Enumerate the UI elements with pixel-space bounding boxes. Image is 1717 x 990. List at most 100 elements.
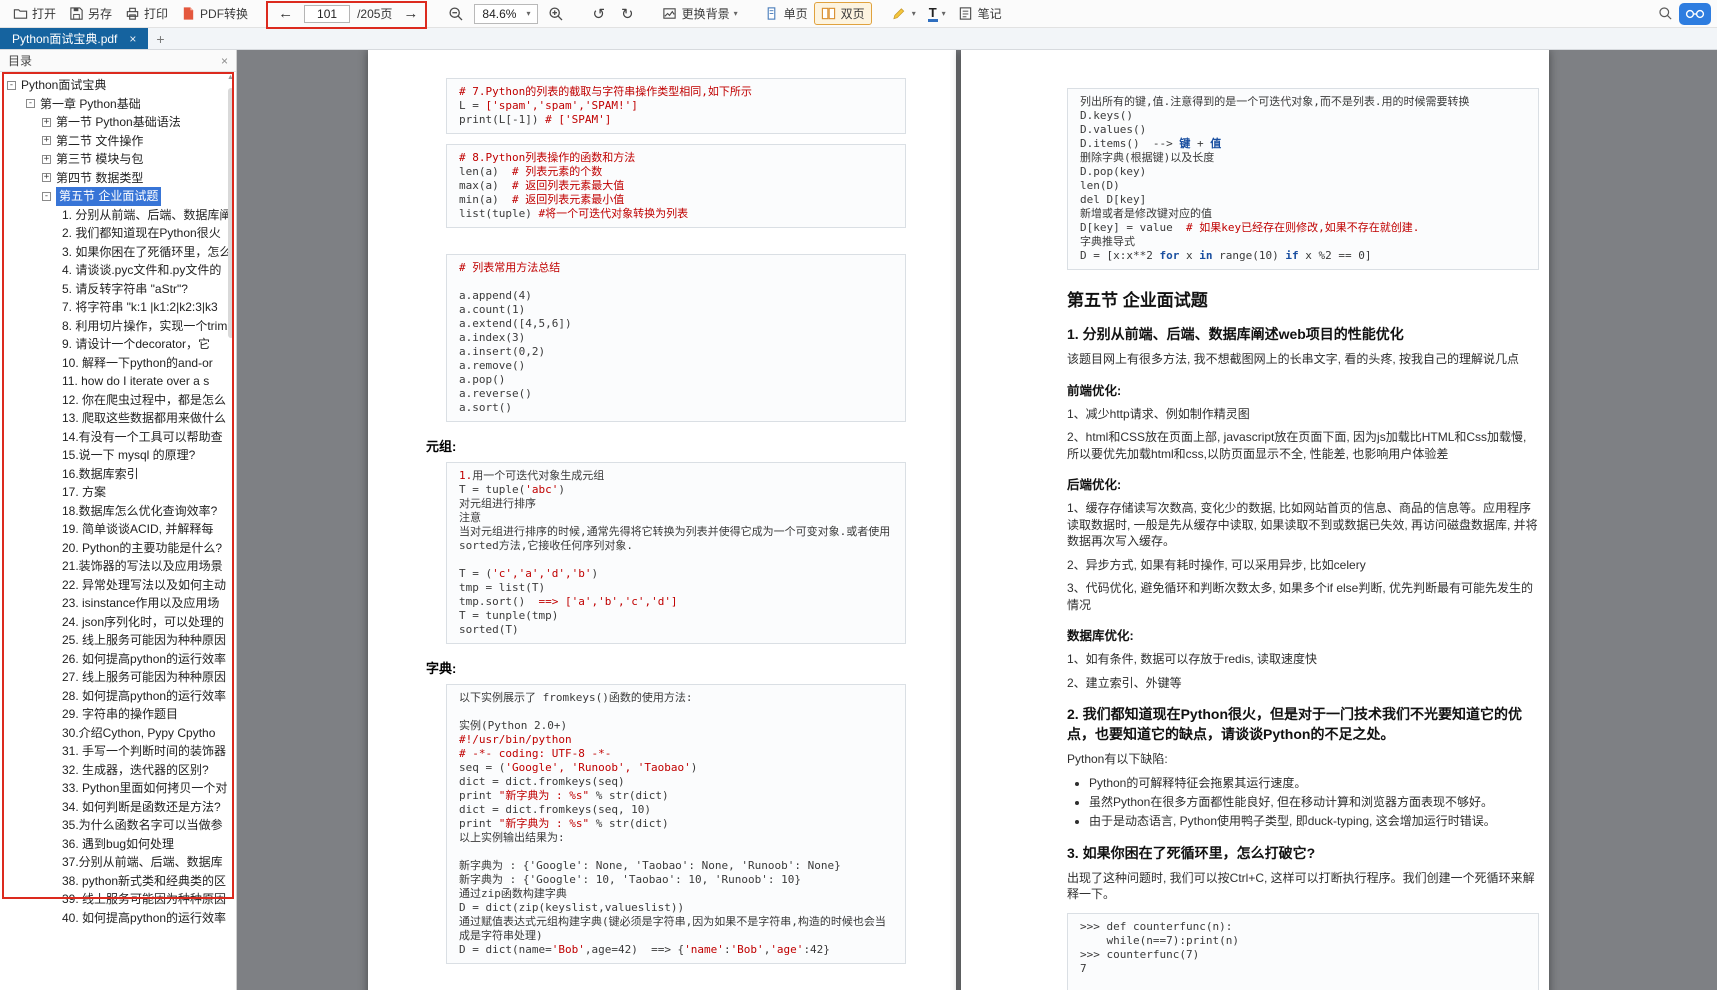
expand-icon[interactable]: + [42, 155, 51, 164]
double-page-button[interactable]: 双页 [814, 2, 872, 25]
toc-item[interactable]: 37.分别从前端、后端、数据库 [0, 853, 236, 872]
toc-item[interactable]: 12. 你在爬虫过程中，都是怎么 [0, 391, 236, 410]
toc-item-label: 15.说一下 mysql 的原理? [62, 446, 195, 465]
prev-page-arrow[interactable]: ← [274, 5, 297, 22]
toc-scrollbar-thumb[interactable] [228, 88, 234, 338]
toc-item-label: 35.为什么函数名字可以当做参 [62, 816, 223, 835]
toc-item-label: 26. 如何提高python的运行效率 [62, 650, 226, 669]
redo-icon[interactable]: ↻ [613, 5, 642, 23]
page-number-input[interactable] [304, 5, 350, 23]
toc-item[interactable]: 2. 我们都知道现在Python很火 [0, 224, 236, 243]
toc-item[interactable]: 9. 请设计一个decorator，它 [0, 335, 236, 354]
toc-item[interactable]: 25. 线上服务可能因为种种原因 [0, 631, 236, 650]
section-title: 第五节 企业面试题 [1067, 286, 1539, 311]
toc-item[interactable]: 10. 解释一下python的and-or [0, 354, 236, 373]
print-button[interactable]: 打印 [118, 3, 174, 24]
expand-icon[interactable]: + [42, 136, 51, 145]
toc-item[interactable]: 7. 将字符串 "k:1 |k1:2|k2:3|k3 [0, 298, 236, 317]
toc-close-icon[interactable]: × [221, 54, 228, 68]
toc-item[interactable]: +第三节 模块与包 [0, 150, 236, 169]
toc-item[interactable]: 5. 请反转字符串 "aStr"? [0, 280, 236, 299]
document-tab[interactable]: Python面试宝典.pdf × [0, 28, 148, 49]
single-page-button[interactable]: 单页 [758, 3, 814, 24]
toc-item[interactable]: 23. isinstance作用以及应用场 [0, 594, 236, 613]
toc-item[interactable]: -第一章 Python基础 [0, 95, 236, 114]
toc-item[interactable]: 34. 如何判断是函数还是方法? [0, 798, 236, 817]
toc-item[interactable]: 33. Python里面如何拷贝一个对 [0, 779, 236, 798]
toc-item[interactable]: 35.为什么函数名字可以当做参 [0, 816, 236, 835]
toc-item[interactable]: 4. 请谈谈.pyc文件和.py文件的 [0, 261, 236, 280]
toc-item[interactable]: 13. 爬取这些数据都用来做什么 [0, 409, 236, 428]
question-2-title: 2. 我们都知道现在Python很火，但是对于一门技术我们不光要知道它的优点，也… [1067, 704, 1539, 744]
toc-scrollbar[interactable]: ▲ [225, 74, 236, 990]
database-items: 1、如有条件, 数据可以存放于redis, 读取速度快2、建立索引、外键等 [1067, 651, 1539, 691]
text-tool-button[interactable]: T ▾ [922, 4, 952, 24]
toc-item[interactable]: 15.说一下 mysql 的原理? [0, 446, 236, 465]
toc-item[interactable]: 29. 字符串的操作题目 [0, 705, 236, 724]
toc-item[interactable]: 16.数据库索引 [0, 465, 236, 484]
undo-icon[interactable]: ↺ [584, 5, 613, 23]
search-icon[interactable] [1657, 6, 1673, 22]
toc-item[interactable]: + 第四节 数据类型 [0, 169, 236, 188]
open-label: 打开 [32, 5, 56, 22]
toc-item-label: 11. how do I iterate over a s [62, 372, 209, 391]
toc-item-label: 27. 线上服务可能因为种种原因 [62, 668, 226, 687]
single-page-icon [764, 6, 780, 22]
reading-mode-badge[interactable] [1679, 3, 1711, 25]
pdf-convert-button[interactable]: PDF转换 [174, 3, 254, 24]
save-as-button[interactable]: 另存 [62, 3, 118, 24]
toc-item[interactable]: 14.有没有一个工具可以帮助查 [0, 428, 236, 447]
toc-item[interactable]: +第一节 Python基础语法 [0, 113, 236, 132]
tab-close-icon[interactable]: × [129, 32, 136, 46]
toc-item[interactable]: 1. 分别从前端、后端、数据库阐 [0, 206, 236, 225]
collapse-icon[interactable]: - [42, 192, 51, 201]
zoom-out-button[interactable] [442, 4, 470, 24]
toc-item[interactable]: 31. 手写一个判断时间的装饰器 [0, 742, 236, 761]
toc-item[interactable]: 27. 线上服务可能因为种种原因 [0, 668, 236, 687]
toc-item[interactable]: 11. how do I iterate over a s [0, 372, 236, 391]
highlighter-pen-button[interactable]: ▾ [886, 4, 922, 24]
scroll-up-icon[interactable]: ▲ [225, 74, 236, 81]
toc-item[interactable]: 22. 异常处理写法以及如何主动 [0, 576, 236, 595]
notes-button[interactable]: 笔记 [952, 3, 1008, 24]
change-background-button[interactable]: 更换背景 ▾ [656, 3, 744, 24]
expand-icon[interactable]: + [42, 118, 51, 127]
toc-item[interactable]: 19. 简单谈谈ACID, 并解释每 [0, 520, 236, 539]
collapse-icon[interactable]: - [26, 99, 35, 108]
zoom-level-value: 84.6% [482, 7, 516, 21]
toc-item[interactable]: 18.数据库怎么优化查询效率? [0, 502, 236, 521]
toc-item[interactable]: 26. 如何提高python的运行效率 [0, 650, 236, 669]
toc-item-label: 12. 你在爬虫过程中，都是怎么 [62, 391, 226, 410]
toc-item[interactable]: 8. 利用切片操作，实现一个trim [0, 317, 236, 336]
toc-item[interactable]: 40. 如何提高python的运行效率 [0, 909, 236, 928]
toc-item[interactable]: -第五节 企业面试题 [0, 187, 236, 206]
toc-item[interactable]: 3. 如果你困在了死循环里，怎么 [0, 243, 236, 262]
toc-item-label: 8. 利用切片操作，实现一个trim [62, 317, 227, 336]
zoom-in-button[interactable] [542, 4, 570, 24]
toc-item[interactable]: 28. 如何提高python的运行效率 [0, 687, 236, 706]
zoom-level-select[interactable]: 84.6% ▾ [474, 4, 538, 24]
toc-item[interactable]: +第二节 文件操作 [0, 132, 236, 151]
chevron-down-icon: ▾ [912, 9, 916, 18]
toc-item[interactable]: 36. 遇到bug如何处理 [0, 835, 236, 854]
next-page-arrow[interactable]: → [399, 5, 422, 22]
toc-item[interactable]: 21.装饰器的写法以及应用场景 [0, 557, 236, 576]
code-block-list-funcs: # 8.Python列表操作的函数和方法len(a) # 列表元素的个数max(… [446, 144, 906, 228]
document-view[interactable]: # 7.Python的列表的截取与字符串操作类型相同,如下所示L = ['spa… [237, 50, 1717, 990]
toc-item[interactable]: 24. json序列化时，可以处理的 [0, 613, 236, 632]
frontend-item: 1、减少http请求、例如制作精灵图 [1067, 406, 1539, 423]
toc-item-label: 第四节 数据类型 [56, 169, 143, 188]
toc-item-label: 28. 如何提高python的运行效率 [62, 687, 226, 706]
toc-item[interactable]: 17. 方案 [0, 483, 236, 502]
main-toolbar: 打开 另存 打印 PDF转换 ← /205页 → [0, 0, 1717, 28]
new-tab-button[interactable]: + [148, 28, 172, 49]
toc-item[interactable]: 39. 线上服务可能因为种种原因 [0, 890, 236, 909]
toc-item[interactable]: 38. python新式类和经典类的区 [0, 872, 236, 891]
collapse-icon[interactable]: - [7, 81, 16, 90]
expand-icon[interactable]: + [42, 173, 51, 182]
toc-item[interactable]: 20. Python的主要功能是什么? [0, 539, 236, 558]
toc-item[interactable]: 32. 生成器，迭代器的区别? [0, 761, 236, 780]
toc-item[interactable]: -Python面试宝典 [0, 76, 236, 95]
toc-item[interactable]: 30.介绍Cython, Pypy Cpytho [0, 724, 236, 743]
open-button[interactable]: 打开 [6, 3, 62, 24]
